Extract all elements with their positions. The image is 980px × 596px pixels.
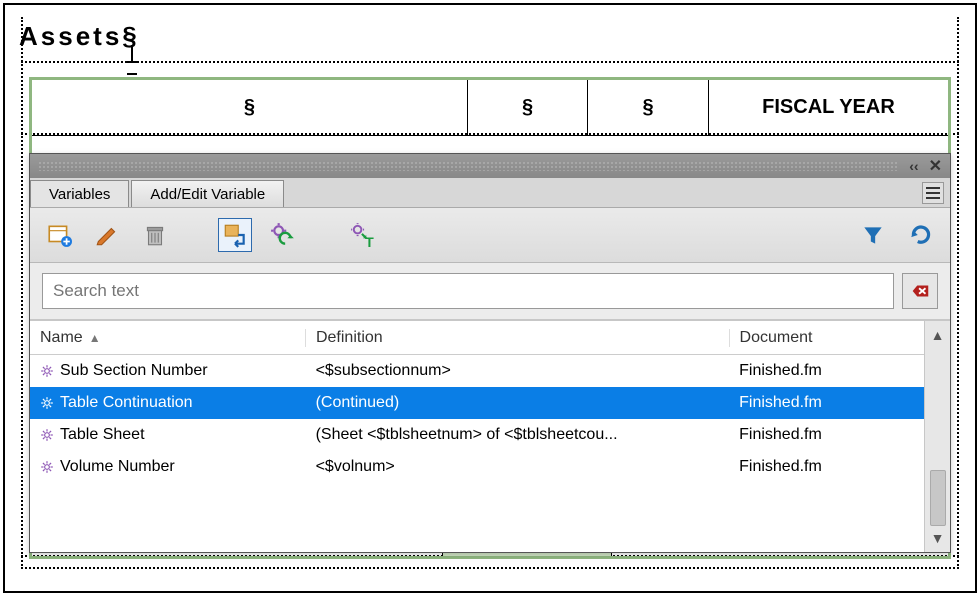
gear-icon: [40, 460, 54, 474]
refresh-button[interactable]: [904, 218, 938, 252]
panel-menu-icon[interactable]: [922, 182, 944, 204]
panel-titlebar[interactable]: ‹‹ ✕: [30, 154, 950, 178]
row-name: Table Sheet: [60, 426, 145, 444]
scroll-down-icon[interactable]: ▼: [931, 530, 945, 546]
variables-panel: ‹‹ ✕ Variables Add/Edit Variable: [29, 153, 951, 553]
page-title: Assets§: [19, 21, 963, 52]
header-cell: §: [32, 80, 468, 135]
gear-icon: [40, 428, 54, 442]
variables-table: Name ▲ Definition Document Sub Section N…: [30, 320, 950, 552]
row-definition: (Sheet <$tblsheetnum> of <$tblsheetcou..…: [306, 426, 730, 444]
edit-button[interactable]: [90, 218, 124, 252]
new-icon: [46, 222, 72, 248]
refresh-icon: [908, 222, 934, 248]
column-header-row: Name ▲ Definition Document: [30, 321, 924, 355]
header-cell-fiscal-year: FISCAL YEAR: [709, 80, 948, 135]
filter-button[interactable]: [856, 218, 890, 252]
row-definition: <$subsectionnum>: [306, 362, 730, 380]
row-document: Finished.fm: [729, 458, 924, 476]
table-row[interactable]: Sub Section Number <$subsectionnum>Finish…: [30, 355, 924, 387]
search-input[interactable]: [42, 273, 894, 309]
tab-variables[interactable]: Variables: [30, 180, 129, 207]
gear-refresh-icon: [270, 222, 296, 248]
row-name: Sub Section Number: [60, 362, 208, 380]
scrollbar[interactable]: ▲ ▼: [924, 321, 950, 552]
convert-to-text-button[interactable]: T: [346, 218, 380, 252]
header-cell: §: [588, 80, 709, 135]
trash-icon: [142, 222, 168, 248]
tab-add-edit-variable[interactable]: Add/Edit Variable: [131, 180, 284, 207]
row-name: Table Continuation: [60, 394, 193, 412]
column-header-name[interactable]: Name ▲: [30, 329, 306, 347]
search-row: [30, 263, 950, 320]
gear-icon: [40, 396, 54, 410]
table-header-row: § § § FISCAL YEAR: [32, 80, 948, 136]
filter-icon: [860, 222, 886, 248]
close-icon[interactable]: ✕: [929, 156, 942, 176]
tab-bar: Variables Add/Edit Variable: [30, 178, 950, 208]
update-button[interactable]: [266, 218, 300, 252]
panel-grip[interactable]: [38, 161, 899, 171]
column-name-label: Name: [40, 329, 83, 347]
table-row[interactable]: Volume Number <$volnum>Finished.fm: [30, 451, 924, 483]
new-variable-button[interactable]: [42, 218, 76, 252]
row-document: Finished.fm: [729, 394, 924, 412]
clear-search-button[interactable]: [902, 273, 938, 309]
row-name: Volume Number: [60, 458, 175, 476]
row-definition: <$volnum>: [306, 458, 730, 476]
scroll-up-icon[interactable]: ▲: [931, 327, 945, 343]
text-cursor: [127, 61, 137, 75]
toolbar: T: [30, 208, 950, 263]
row-definition: (Continued): [306, 394, 730, 412]
gear-icon: [40, 364, 54, 378]
sort-asc-icon: ▲: [89, 331, 101, 345]
column-header-definition[interactable]: Definition: [306, 329, 730, 347]
pencil-icon: [94, 222, 120, 248]
insert-button[interactable]: [218, 218, 252, 252]
delete-button[interactable]: [138, 218, 172, 252]
row-document: Finished.fm: [729, 426, 924, 444]
table-row[interactable]: Table Sheet (Sheet <$tblsheetnum> of <$tb…: [30, 419, 924, 451]
row-document: Finished.fm: [729, 362, 924, 380]
insert-icon: [222, 222, 248, 248]
clear-icon: [909, 280, 931, 302]
table-row[interactable]: Table Continuation (Continued)Finished.fm: [30, 387, 924, 419]
scroll-thumb[interactable]: [930, 470, 946, 526]
svg-text:T: T: [365, 234, 374, 248]
header-cell: §: [468, 80, 589, 135]
column-header-document[interactable]: Document: [730, 329, 924, 347]
collapse-icon[interactable]: ‹‹: [909, 158, 918, 174]
convert-text-icon: T: [350, 222, 376, 248]
